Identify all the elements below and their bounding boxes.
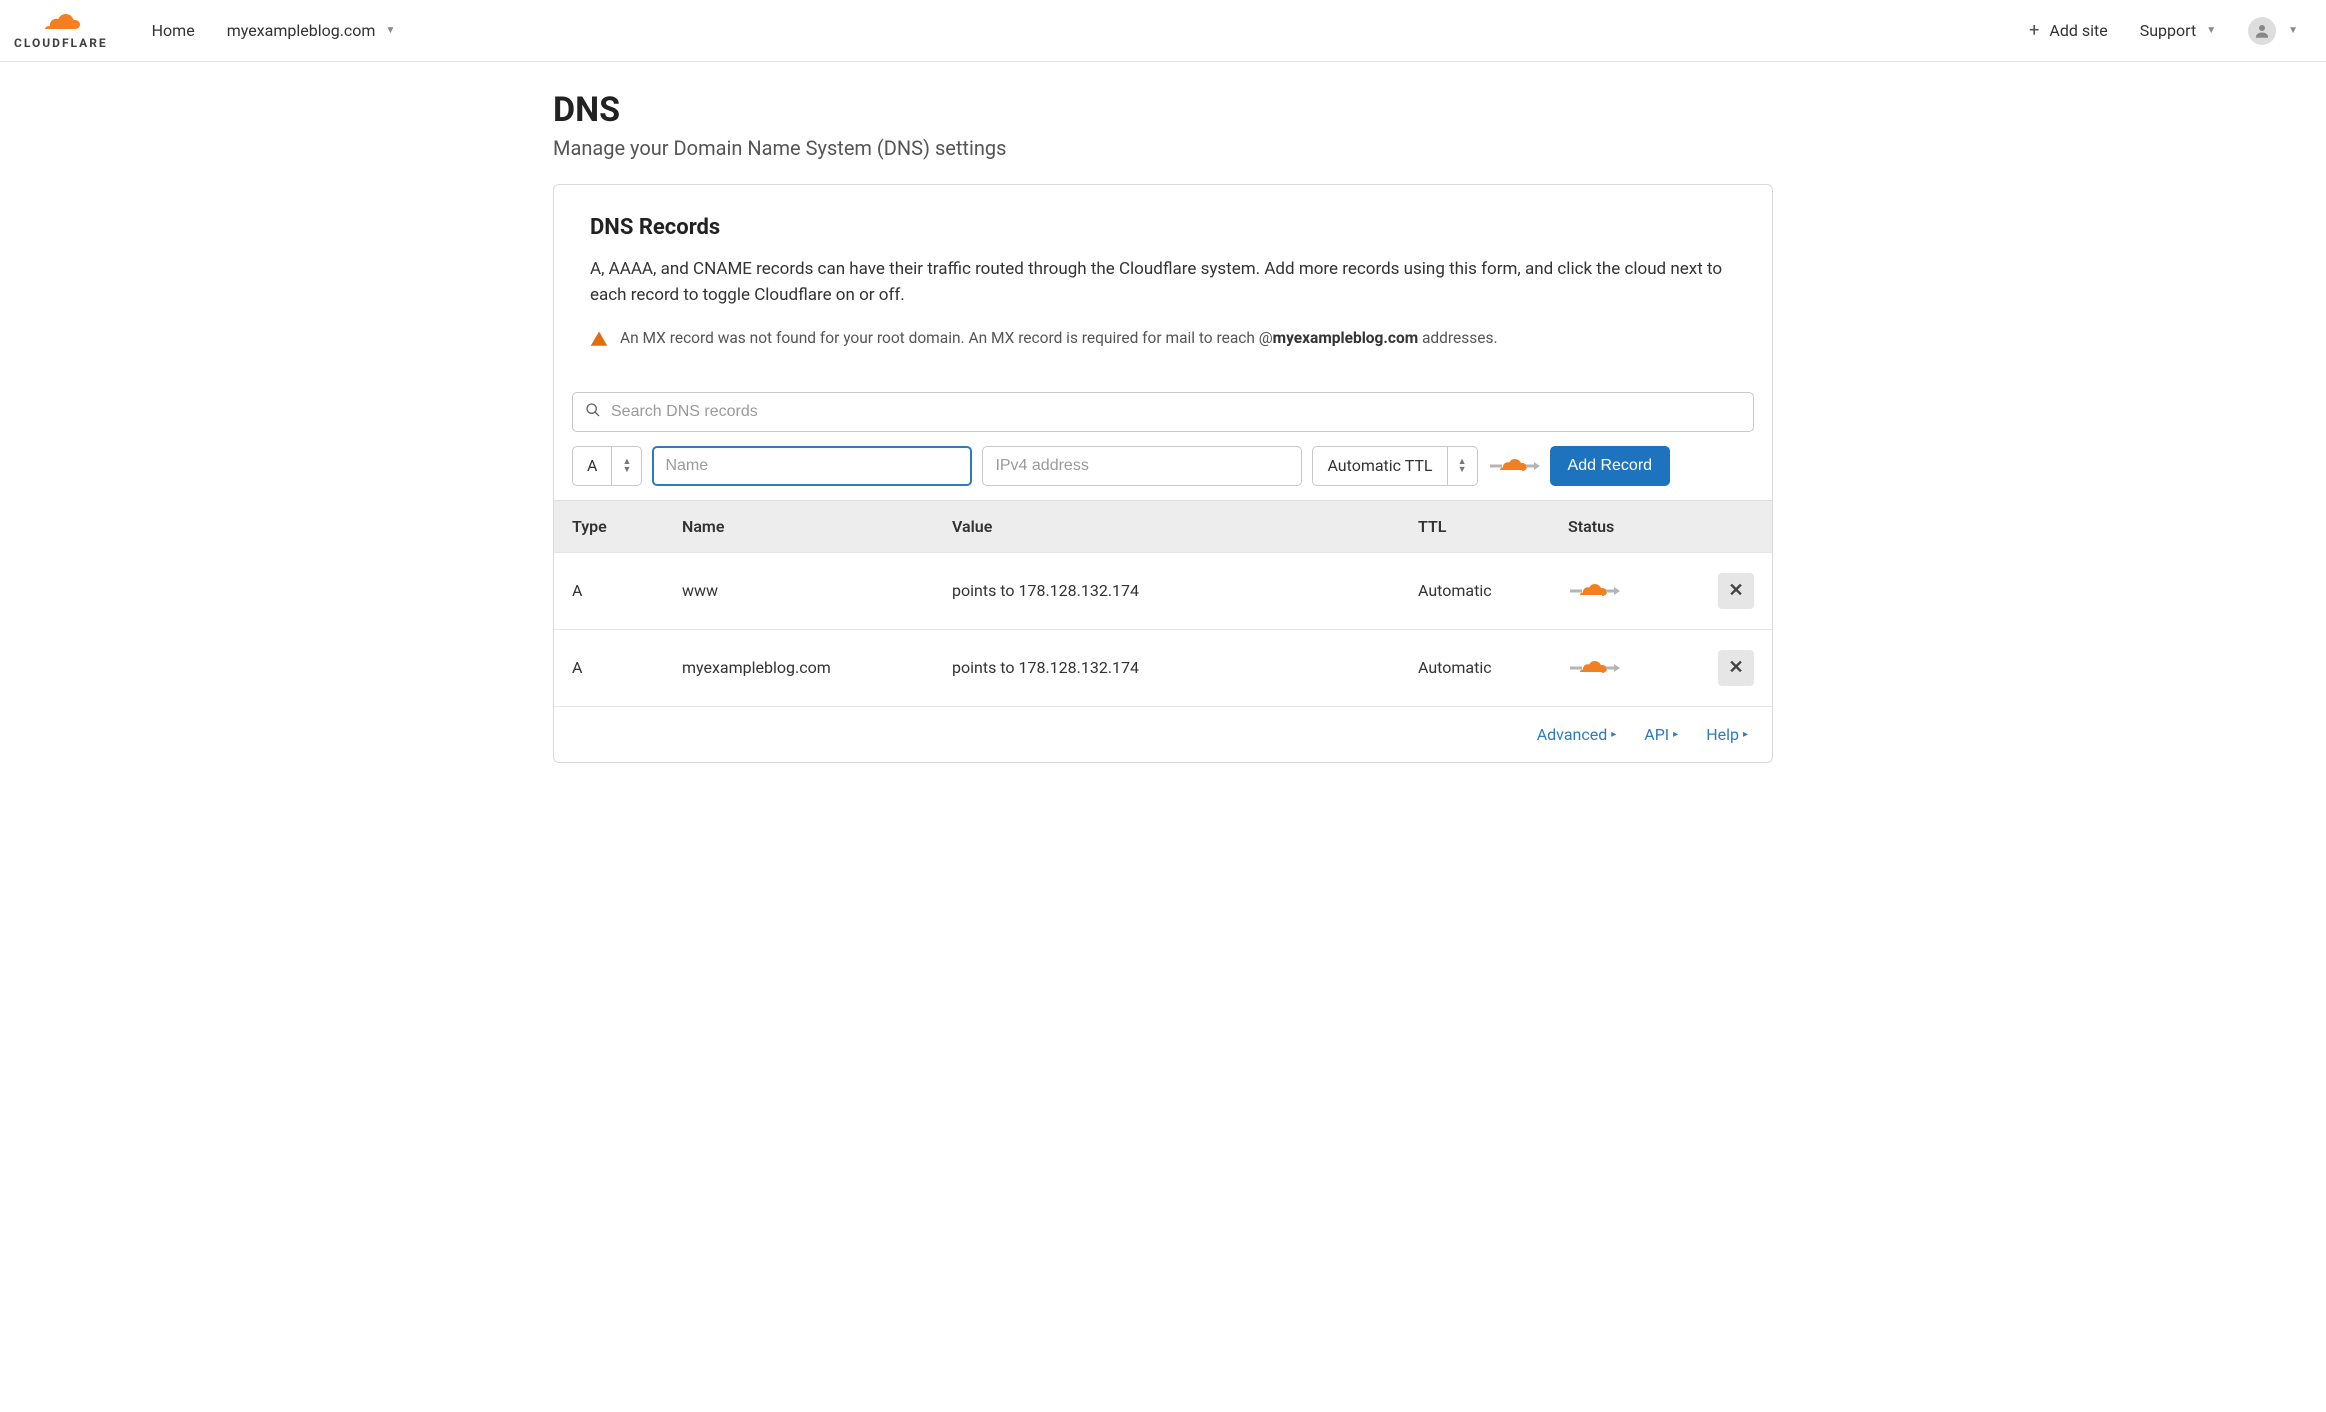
search-input-wrap[interactable] bbox=[572, 392, 1754, 432]
site-selector-label: myexampleblog.com bbox=[227, 21, 376, 40]
nav-home[interactable]: Home bbox=[136, 0, 211, 61]
th-type: Type bbox=[554, 500, 664, 552]
record-type-select[interactable]: A ▲▼ bbox=[572, 446, 642, 486]
mx-warning: An MX record was not found for your root… bbox=[590, 329, 1736, 352]
table-row[interactable]: A www points to 178.128.132.174 Automati… bbox=[554, 552, 1772, 629]
api-link[interactable]: API ▸ bbox=[1644, 725, 1678, 744]
cell-name: myexampleblog.com bbox=[664, 629, 934, 706]
cell-status bbox=[1550, 552, 1700, 629]
th-name: Name bbox=[664, 500, 934, 552]
record-value-input-wrap[interactable] bbox=[982, 446, 1302, 486]
add-record-form: A ▲▼ Automatic TTL ▲▼ bbox=[554, 446, 1772, 500]
warning-icon bbox=[590, 330, 608, 352]
add-site-label: Add site bbox=[2049, 21, 2107, 40]
record-name-input-wrap[interactable] bbox=[652, 446, 972, 486]
search-input[interactable] bbox=[611, 403, 1741, 421]
top-bar: CLOUDFLARE Home myexampleblog.com ▼ + Ad… bbox=[0, 0, 2326, 62]
cell-name: www bbox=[664, 552, 934, 629]
warning-prefix: An MX record was not found for your root… bbox=[620, 329, 1273, 347]
site-selector[interactable]: myexampleblog.com ▼ bbox=[211, 0, 412, 61]
help-link[interactable]: Help ▸ bbox=[1706, 725, 1748, 744]
close-icon: ✕ bbox=[1728, 580, 1743, 601]
stepper-icon: ▲▼ bbox=[1447, 447, 1477, 485]
cell-ttl: Automatic bbox=[1400, 629, 1550, 706]
dns-records-table: Type Name Value TTL Status A www points … bbox=[554, 500, 1772, 706]
proxy-status-toggle[interactable] bbox=[1568, 579, 1682, 603]
cloud-icon bbox=[37, 11, 85, 39]
table-row[interactable]: A myexampleblog.com points to 178.128.13… bbox=[554, 629, 1772, 706]
add-record-label: Add Record bbox=[1568, 457, 1653, 474]
card-description: A, AAAA, and CNAME records can have thei… bbox=[590, 256, 1736, 309]
proxy-status-toggle[interactable] bbox=[1488, 454, 1540, 478]
cell-value: points to 178.128.132.174 bbox=[934, 552, 1400, 629]
warning-text: An MX record was not found for your root… bbox=[620, 329, 1498, 347]
add-site-button[interactable]: + Add site bbox=[2013, 0, 2124, 61]
cell-type: A bbox=[554, 629, 664, 706]
triangle-right-icon: ▸ bbox=[1611, 729, 1616, 740]
ttl-value: Automatic TTL bbox=[1313, 456, 1446, 475]
warning-domain: myexampleblog.com bbox=[1273, 329, 1418, 347]
cell-status bbox=[1550, 629, 1700, 706]
support-label: Support bbox=[2140, 21, 2196, 40]
account-menu[interactable]: ▼ bbox=[2232, 0, 2314, 61]
stepper-icon: ▲▼ bbox=[611, 447, 641, 485]
chevron-down-icon: ▼ bbox=[2288, 25, 2298, 36]
card-title: DNS Records bbox=[590, 215, 1736, 240]
th-value: Value bbox=[934, 500, 1400, 552]
record-name-input[interactable] bbox=[665, 448, 959, 484]
triangle-right-icon: ▸ bbox=[1673, 729, 1678, 740]
add-record-button[interactable]: Add Record bbox=[1550, 446, 1671, 486]
page-subtitle: Manage your Domain Name System (DNS) set… bbox=[553, 136, 1773, 160]
th-ttl: TTL bbox=[1400, 500, 1550, 552]
th-status: Status bbox=[1550, 500, 1700, 552]
nav-home-label: Home bbox=[152, 21, 195, 40]
warning-suffix: addresses. bbox=[1418, 329, 1497, 347]
delete-record-button[interactable]: ✕ bbox=[1718, 650, 1754, 686]
page-content: DNS Manage your Domain Name System (DNS)… bbox=[553, 62, 1773, 803]
proxy-status-toggle[interactable] bbox=[1568, 656, 1682, 680]
record-type-value: A bbox=[573, 456, 611, 475]
delete-record-button[interactable]: ✕ bbox=[1718, 573, 1754, 609]
plus-icon: + bbox=[2029, 20, 2039, 41]
cell-value: points to 178.128.132.174 bbox=[934, 629, 1400, 706]
dns-records-card: DNS Records A, AAAA, and CNAME records c… bbox=[553, 184, 1773, 763]
record-value-input[interactable] bbox=[995, 447, 1289, 485]
chevron-down-icon: ▼ bbox=[385, 25, 395, 36]
triangle-right-icon: ▸ bbox=[1743, 729, 1748, 740]
cell-type: A bbox=[554, 552, 664, 629]
brand-name: CLOUDFLARE bbox=[14, 36, 108, 50]
close-icon: ✕ bbox=[1728, 657, 1743, 678]
brand-logo[interactable]: CLOUDFLARE bbox=[14, 11, 108, 50]
card-footer-links: Advanced ▸ API ▸ Help ▸ bbox=[554, 706, 1772, 762]
ttl-select[interactable]: Automatic TTL ▲▼ bbox=[1312, 446, 1477, 486]
cell-ttl: Automatic bbox=[1400, 552, 1550, 629]
user-icon bbox=[2248, 17, 2276, 45]
search-icon bbox=[585, 402, 601, 422]
page-title: DNS bbox=[553, 90, 1773, 130]
chevron-down-icon: ▼ bbox=[2206, 25, 2216, 36]
advanced-link[interactable]: Advanced ▸ bbox=[1537, 725, 1617, 744]
support-menu[interactable]: Support ▼ bbox=[2124, 0, 2232, 61]
